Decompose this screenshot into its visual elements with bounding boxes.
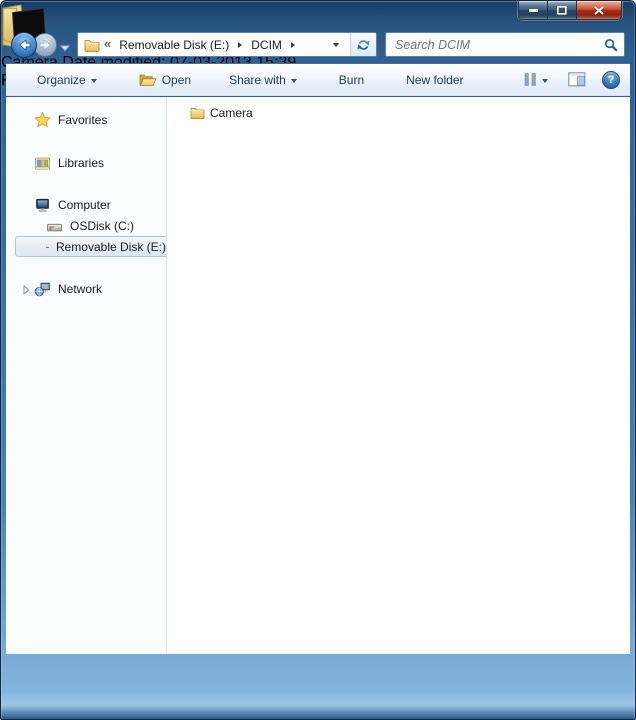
new-folder-button[interactable]: New folder [397, 69, 472, 91]
star-icon [34, 112, 51, 128]
organize-label: Organize [37, 73, 86, 87]
sidebar-label-removable-disk: Removable Disk (E:) [56, 240, 166, 254]
navigation-bar: « Removable Disk (E:) DCIM [11, 31, 626, 58]
file-item-camera[interactable]: Camera [186, 104, 260, 122]
sidebar-label-network: Network [58, 282, 102, 296]
minimize-icon [528, 6, 539, 15]
explorer-window: « Removable Disk (E:) DCIM [0, 0, 636, 720]
sidebar-item-libraries[interactable]: Libraries [6, 152, 166, 173]
help-button[interactable]: ? [602, 71, 620, 89]
preview-pane-button[interactable] [564, 69, 590, 90]
forward-arrow-icon [39, 39, 52, 51]
sidebar-item-network[interactable]: Network [6, 278, 166, 299]
burn-button[interactable]: Burn [330, 69, 373, 91]
organize-button[interactable]: Organize [28, 69, 106, 91]
window-controls [518, 1, 622, 20]
navigation-pane: Favorites Libraries [6, 97, 167, 654]
network-icon [34, 281, 51, 297]
chevron-down-icon [60, 45, 70, 52]
views-grid-icon [524, 73, 538, 86]
removable-drive-icon [46, 239, 49, 255]
expand-arrow-icon[interactable] [23, 284, 30, 298]
sidebar-label-libraries: Libraries [58, 156, 104, 170]
file-list-area[interactable]: Camera [167, 97, 630, 654]
sidebar-item-removable-disk[interactable]: Removable Disk (E:) [15, 236, 166, 257]
dropdown-caret-icon [542, 79, 548, 83]
dropdown-caret-icon [291, 79, 297, 83]
address-dropdown-icon[interactable] [333, 43, 339, 47]
sidebar-item-osdisk[interactable]: OSDisk (C:) [6, 215, 166, 236]
content-region: Favorites Libraries [6, 97, 630, 654]
address-bar: « Removable Disk (E:) DCIM [77, 32, 377, 57]
open-folder-icon [139, 73, 157, 87]
breadcrumb-overflow-button[interactable]: « [100, 36, 117, 53]
dropdown-caret-icon [91, 79, 97, 83]
sidebar-item-favorites[interactable]: Favorites [6, 109, 166, 130]
breadcrumb-item-dcim[interactable]: DCIM [249, 38, 284, 52]
preview-pane-icon [568, 72, 586, 87]
share-with-label: Share with [229, 73, 286, 87]
back-arrow-icon [18, 39, 31, 51]
close-button[interactable] [576, 1, 622, 20]
libraries-icon [34, 155, 51, 171]
search-box [385, 32, 625, 57]
recent-pages-dropdown[interactable] [60, 39, 70, 57]
back-button[interactable] [11, 32, 37, 58]
minimize-button[interactable] [518, 1, 548, 20]
breadcrumb-separator-icon[interactable] [291, 42, 295, 48]
help-icon: ? [608, 74, 615, 86]
close-icon [593, 5, 605, 16]
burn-label: Burn [339, 73, 364, 87]
open-button[interactable]: Open [130, 69, 200, 91]
refresh-button[interactable] [350, 33, 376, 56]
command-toolbar: Organize Open Share with Burn New folder [6, 63, 630, 96]
hard-drive-icon [46, 218, 63, 234]
sidebar-label-favorites: Favorites [58, 113, 107, 127]
breadcrumb: « Removable Disk (E:) DCIM [78, 33, 350, 56]
sidebar-label-osdisk: OSDisk (C:) [70, 219, 134, 233]
breadcrumb-item-removable-disk[interactable]: Removable Disk (E:) [117, 38, 231, 52]
search-input[interactable] [395, 38, 604, 52]
folder-icon [190, 106, 205, 120]
share-with-button[interactable]: Share with [220, 69, 306, 91]
file-item-label: Camera [210, 106, 253, 120]
sidebar-item-computer[interactable]: Computer [6, 194, 166, 215]
toolbar-right-group: ? [520, 69, 620, 90]
computer-icon [34, 197, 51, 213]
new-folder-label: New folder [406, 73, 463, 87]
search-icon[interactable] [604, 38, 618, 52]
change-view-button[interactable] [520, 70, 552, 89]
folder-icon [84, 38, 100, 52]
maximize-icon [556, 5, 568, 16]
breadcrumb-separator-icon[interactable] [238, 42, 242, 48]
maximize-button[interactable] [548, 1, 576, 20]
sidebar-label-computer: Computer [58, 198, 111, 212]
refresh-icon [356, 38, 371, 52]
open-label: Open [162, 73, 191, 87]
